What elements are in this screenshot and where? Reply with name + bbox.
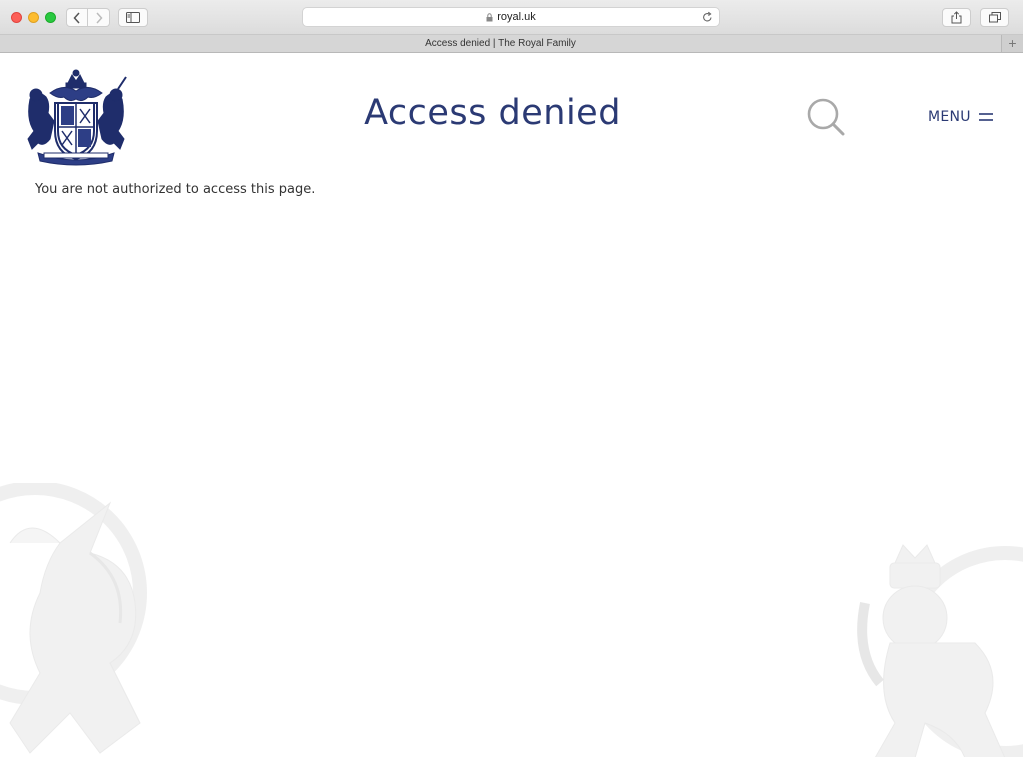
share-button[interactable] (942, 8, 971, 27)
search-button[interactable] (806, 97, 846, 137)
hamburger-icon (978, 113, 993, 121)
heraldic-lion-watermark (857, 544, 1023, 757)
reload-icon[interactable] (702, 11, 713, 23)
url-text: royal.uk (497, 11, 536, 23)
forward-button[interactable] (88, 8, 110, 27)
chevron-right-icon (95, 11, 103, 24)
back-button[interactable] (66, 8, 88, 27)
address-bar[interactable]: royal.uk (302, 7, 720, 27)
lock-icon (486, 12, 493, 21)
web-page: Access denied MENU You are not authorize… (0, 53, 1023, 757)
menu-label: MENU (928, 109, 971, 125)
close-window-button[interactable] (11, 12, 22, 23)
browser-window: royal.uk Access denied | The Royal Famil… (0, 0, 1023, 757)
tabs-overview-icon (988, 12, 1001, 23)
share-icon (951, 11, 962, 24)
tab-active[interactable]: Access denied | The Royal Family (0, 35, 1001, 53)
page-title: Access denied (364, 93, 621, 133)
royal-coat-of-arms-logo[interactable] (24, 69, 128, 167)
minimize-window-button[interactable] (28, 12, 39, 23)
show-tabs-button[interactable] (980, 8, 1009, 27)
new-tab-button[interactable]: + (1001, 35, 1023, 52)
chevron-left-icon (73, 11, 80, 24)
sidebar-icon (126, 12, 140, 23)
sidebar-toggle-button[interactable] (118, 8, 148, 27)
access-denied-message: You are not authorized to access this pa… (35, 182, 316, 197)
tab-bar: Access denied | The Royal Family + (0, 35, 1023, 53)
heraldic-unicorn-watermark (0, 483, 147, 754)
menu-button[interactable]: MENU (928, 107, 993, 127)
zoom-window-button[interactable] (45, 12, 56, 23)
search-icon (807, 98, 845, 136)
browser-toolbar: royal.uk (0, 0, 1023, 35)
